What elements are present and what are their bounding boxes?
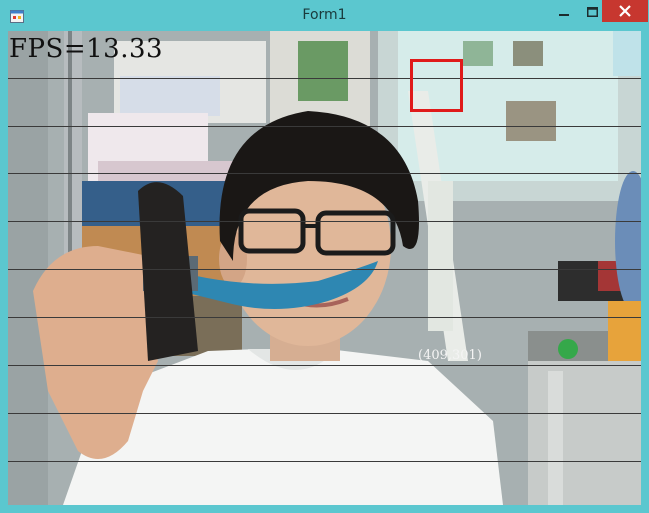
close-button[interactable] — [602, 0, 648, 22]
webcam-frame-image — [8, 31, 641, 505]
scan-line — [8, 126, 641, 127]
scan-line — [8, 365, 641, 366]
scan-line — [8, 269, 641, 270]
scan-line — [8, 173, 641, 174]
title-bar[interactable]: Form1 — [0, 0, 649, 31]
tracking-roi-box — [410, 59, 463, 112]
maximize-icon — [586, 2, 598, 21]
scan-line — [8, 461, 641, 462]
minimize-icon — [559, 2, 569, 21]
scan-line — [8, 317, 641, 318]
coordinate-readout: (409,301) — [418, 348, 482, 363]
close-icon — [619, 2, 631, 21]
fps-readout: FPS=13.33 — [9, 34, 164, 64]
minimize-button[interactable] — [550, 0, 578, 22]
camera-view: FPS=13.33 (409,301) — [8, 31, 641, 505]
scan-line — [8, 78, 641, 79]
form-window: Form1 FPS=13.33 (409,301) — [0, 0, 649, 513]
scan-line — [8, 413, 641, 414]
scan-line — [8, 221, 641, 222]
